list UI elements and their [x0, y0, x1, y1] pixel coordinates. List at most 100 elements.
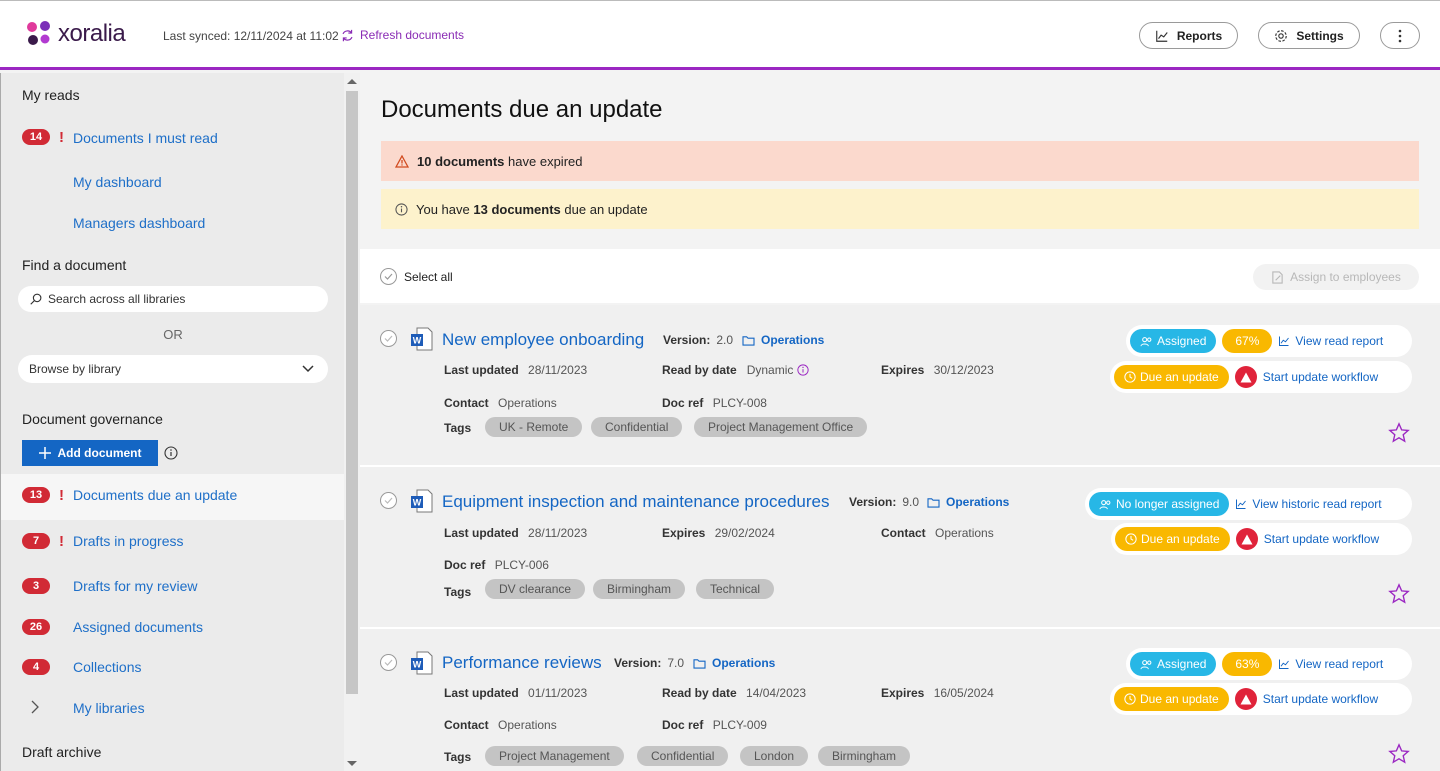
document-title-link[interactable]: New employee onboarding: [442, 330, 644, 350]
assign-to-employees-button[interactable]: Assign to employees: [1253, 264, 1419, 290]
sidebar-item-assigned-documents[interactable]: Assigned documents: [73, 619, 203, 635]
users-icon: [1099, 499, 1111, 509]
view-read-report-link[interactable]: View read report: [1278, 657, 1391, 671]
info-icon[interactable]: [164, 446, 178, 460]
chevron-down-icon: [302, 365, 314, 373]
sidebar-item-documents-due-update[interactable]: Documents due an update: [73, 487, 237, 503]
read-by-date: Read by date Dynamic: [662, 363, 810, 377]
list-toolbar: Select all Assign to employees: [360, 249, 1440, 303]
select-all-checkbox[interactable]: Select all: [380, 268, 453, 285]
gear-icon: [1275, 29, 1288, 42]
last-synced-text: Last synced: 12/11/2024 at 11:02: [163, 29, 339, 43]
brand-name: xoralia: [58, 20, 126, 47]
chart-line-icon: [1236, 499, 1247, 509]
warning-triangle-icon: [395, 154, 409, 168]
read-percent-pill: 63%: [1222, 652, 1273, 676]
more-vertical-icon: [1398, 29, 1402, 42]
document-governance-heading: Document governance: [22, 411, 163, 427]
expires-date: Expires 29/02/2024: [662, 526, 775, 540]
chart-line-icon: [1279, 659, 1290, 669]
due-update-pill: Due an update: [1114, 365, 1229, 389]
scroll-thumb[interactable]: [346, 91, 358, 694]
doc-ref: Doc ref PLCY-008: [662, 396, 767, 410]
doc-ref: Doc ref PLCY-006: [444, 558, 549, 572]
scroll-up-arrow-icon[interactable]: [347, 79, 357, 84]
star-favorite-icon[interactable]: [1388, 422, 1410, 444]
clock-icon: [1124, 693, 1136, 705]
scroll-down-arrow-icon[interactable]: [347, 761, 357, 766]
read-percent-pill: 67%: [1222, 329, 1273, 353]
due-update-pill: Due an update: [1114, 687, 1229, 711]
page-title: Documents due an update: [381, 96, 663, 123]
sidebar-item-documents-must-read[interactable]: Documents I must read: [73, 130, 218, 146]
folder-link[interactable]: Operations: [693, 656, 775, 670]
sidebar-item-managers-dashboard[interactable]: Managers dashboard: [73, 215, 205, 231]
tags-label: Tags: [444, 585, 472, 599]
document-card: W New employee onboarding Version: 2.0 Op…: [360, 305, 1440, 465]
word-document-icon: W: [411, 489, 433, 513]
drafts-review-count-badge: 3: [22, 578, 50, 594]
settings-button[interactable]: Settings: [1258, 22, 1360, 49]
sidebar-item-drafts-for-review[interactable]: Drafts for my review: [73, 578, 197, 594]
tag: Confidential: [591, 417, 683, 437]
folder-link[interactable]: Operations: [742, 333, 824, 347]
start-update-workflow-link[interactable]: Start update workflow: [1264, 532, 1387, 546]
due-prefix: You have: [416, 201, 470, 217]
checkmark-icon[interactable]: [380, 330, 397, 347]
star-favorite-icon[interactable]: [1388, 583, 1410, 605]
clock-icon: [1124, 371, 1136, 383]
contact: Contact Operations: [444, 396, 557, 410]
sidebar-item-my-libraries[interactable]: My libraries: [73, 700, 145, 716]
svg-text:W: W: [413, 498, 422, 508]
chevron-right-icon[interactable]: [31, 700, 39, 714]
word-document-icon: W: [411, 651, 433, 675]
more-options-button[interactable]: [1380, 22, 1420, 49]
refresh-documents-link[interactable]: Refresh documents: [341, 28, 464, 42]
checkmark-icon: [380, 268, 397, 285]
start-update-workflow-link[interactable]: Start update workflow: [1263, 370, 1386, 384]
tag: DV clearance: [485, 579, 586, 599]
update-status-group: Due an update Start update workflow: [1110, 683, 1412, 715]
contact: Contact Operations: [881, 526, 994, 540]
refresh-label: Refresh documents: [360, 28, 465, 42]
checkmark-icon[interactable]: [380, 492, 397, 509]
checkmark-icon[interactable]: [380, 654, 397, 671]
xoralia-logo-icon: [27, 21, 50, 45]
view-historic-read-report-link[interactable]: View historic read report: [1235, 497, 1389, 511]
view-read-report-link[interactable]: View read report: [1278, 334, 1391, 348]
expired-text: have expired: [508, 153, 583, 169]
start-update-workflow-link[interactable]: Start update workflow: [1263, 692, 1386, 706]
clock-icon: [1125, 533, 1137, 545]
tag: UK - Remote: [485, 417, 583, 437]
read-status-group: Assigned 67% View read report: [1126, 325, 1412, 357]
version-info: Version: 2.0: [663, 333, 734, 347]
add-document-button[interactable]: Add document: [22, 440, 158, 466]
reports-button[interactable]: Reports: [1139, 22, 1238, 49]
search-input[interactable]: [48, 292, 298, 306]
tags-label: Tags: [444, 421, 472, 435]
expired-count: 10 documents: [417, 153, 505, 169]
star-favorite-icon[interactable]: [1388, 743, 1410, 765]
document-title-link[interactable]: Equipment inspection and maintenance pro…: [442, 492, 829, 512]
tag: Project Management: [485, 746, 624, 766]
library-search-box[interactable]: [18, 286, 328, 312]
svg-text:W: W: [413, 660, 422, 670]
alert-triangle-icon: [1234, 366, 1257, 388]
svg-text:W: W: [413, 336, 422, 346]
expired-alert: 10 documents have expired: [381, 141, 1419, 181]
drafts-progress-alert-icon: !: [59, 533, 64, 550]
browse-library-dropdown[interactable]: Browse by library: [18, 355, 328, 383]
brand-logo[interactable]: xoralia: [24, 19, 126, 49]
sidebar-scrollbar[interactable]: [344, 73, 360, 771]
info-icon[interactable]: [797, 364, 810, 376]
sidebar-item-drafts-in-progress[interactable]: Drafts in progress: [73, 533, 183, 549]
folder-link[interactable]: Operations: [927, 495, 1009, 509]
edit-document-icon: [1272, 270, 1283, 284]
last-updated: Last updated 28/11/2023: [444, 526, 588, 540]
sidebar-item-my-dashboard[interactable]: My dashboard: [73, 174, 162, 190]
document-card: W Equipment inspection and maintenance p…: [360, 467, 1440, 627]
assigned-status-pill: Assigned: [1130, 329, 1217, 353]
sidebar-item-collections[interactable]: Collections: [73, 659, 141, 675]
search-icon: [30, 293, 42, 305]
document-title-link[interactable]: Performance reviews: [442, 653, 602, 673]
